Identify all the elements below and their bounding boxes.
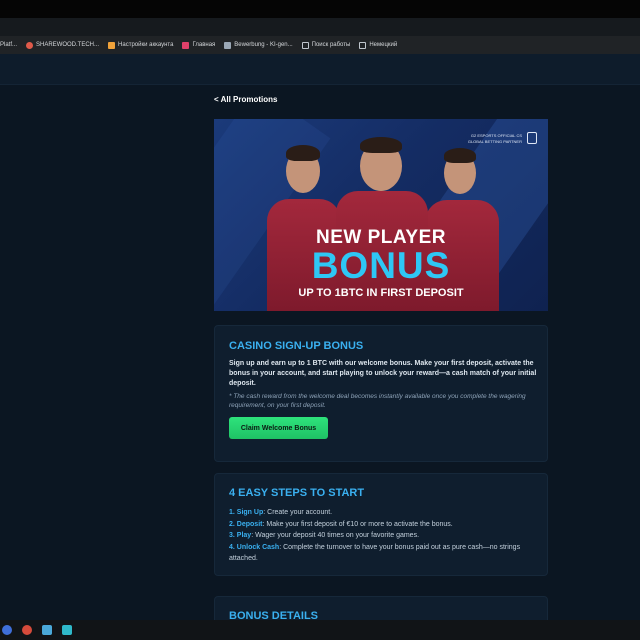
bookmark-bewerbung[interactable]: Bewerbung - KI-gen... [224,41,293,49]
bookmark-german[interactable]: Немецкий [359,41,398,49]
signup-heading: CASINO SIGN-UP BONUS [229,340,364,352]
bookmark-label: SHAREWOOD.TECH... [36,42,100,48]
banner-title-line-2: BONUS [311,245,451,286]
step-text: : Make your first deposit of €10 or more… [262,520,453,528]
easy-steps-card: 4 EASY STEPS TO START 1. Sign Up: Create… [214,473,548,576]
bonus-details-heading: BONUS DETAILS [229,610,319,620]
bookmark-label: Главная [192,42,216,48]
step-number: 2. [229,520,235,528]
promotion-page: < All Promotions G2 ESPORTS OFFICIAL CS … [0,85,640,620]
step-name: Deposit [236,520,263,528]
home-site-icon [182,41,190,49]
screen-top-bar [0,0,640,18]
steps-list: 1. Sign Up: Create your account. 2. Depo… [229,507,539,565]
step-text: : Create your account. [263,509,333,516]
g2-logo-icon [527,132,537,144]
bookmark-label: Platf... [0,42,18,48]
all-promotions-link[interactable]: < All Promotions [214,95,278,104]
bookmark-label: Поиск работы [311,42,351,48]
browser-app-icon[interactable] [2,625,12,635]
promo-banner: G2 ESPORTS OFFICIAL CS GLOBAL BETTING PA… [214,119,548,311]
browser-tab-strip [0,18,640,36]
bookmark-job-search[interactable]: Поиск работы [301,41,351,49]
folder-icon [359,41,367,49]
bookmarks-bar: Platf... SHAREWOOD.TECH... Настройки акк… [0,36,640,54]
bookmark-label: Настройки аккаунта [118,42,174,48]
step-item: 1. Sign Up: Create your account. [229,507,539,519]
signup-note: * The cash reward from the welcome deal … [229,393,526,409]
step-item: 3. Play: Wager your deposit 40 times on … [229,530,539,542]
banner-subtitle: UP TO 1BTC IN FIRST DEPOSIT [298,287,464,299]
bookmark-home[interactable]: Главная [182,41,216,49]
steps-heading: 4 EASY STEPS TO START [229,487,365,499]
folder-icon [301,41,309,49]
step-name: Unlock Cash [236,543,280,551]
bookmark-label: Bewerbung - KI-gen... [234,42,293,48]
notes-app-icon[interactable] [42,625,52,635]
bewerbung-site-icon [224,41,232,49]
bookmark-account-settings[interactable]: Настройки аккаунта [108,41,174,49]
bookmark-platform[interactable]: Platf... [0,42,17,48]
bookmark-label: Немецкий [369,42,398,48]
step-item: 4. Unlock Cash: Complete the turnover to… [229,542,539,565]
step-item: 2. Deposit: Make your first deposit of €… [229,519,539,531]
step-number: 4. [229,543,235,551]
claim-welcome-bonus-button[interactable]: Claim Welcome Bonus [229,417,328,439]
account-settings-icon [108,41,116,49]
step-text: : Wager your deposit 40 times on your fa… [251,532,420,539]
bonus-details-card: BONUS DETAILS [214,596,548,620]
step-name: Play [236,532,252,539]
step-number: 3. [229,532,235,539]
app-icon[interactable] [62,625,72,635]
step-name: Sign Up [236,509,264,516]
site-header [0,54,640,85]
signup-bonus-card: CASINO SIGN-UP BONUS Sign up and earn up… [214,325,548,462]
os-taskbar [0,620,640,640]
bookmark-sharewood[interactable]: SHAREWOOD.TECH... [26,41,100,49]
app-icon[interactable] [22,625,32,635]
sharewood-icon [26,41,34,49]
step-number: 1. [229,509,235,516]
signup-description: Sign up and earn up to 1 BTC with our we… [229,360,537,387]
